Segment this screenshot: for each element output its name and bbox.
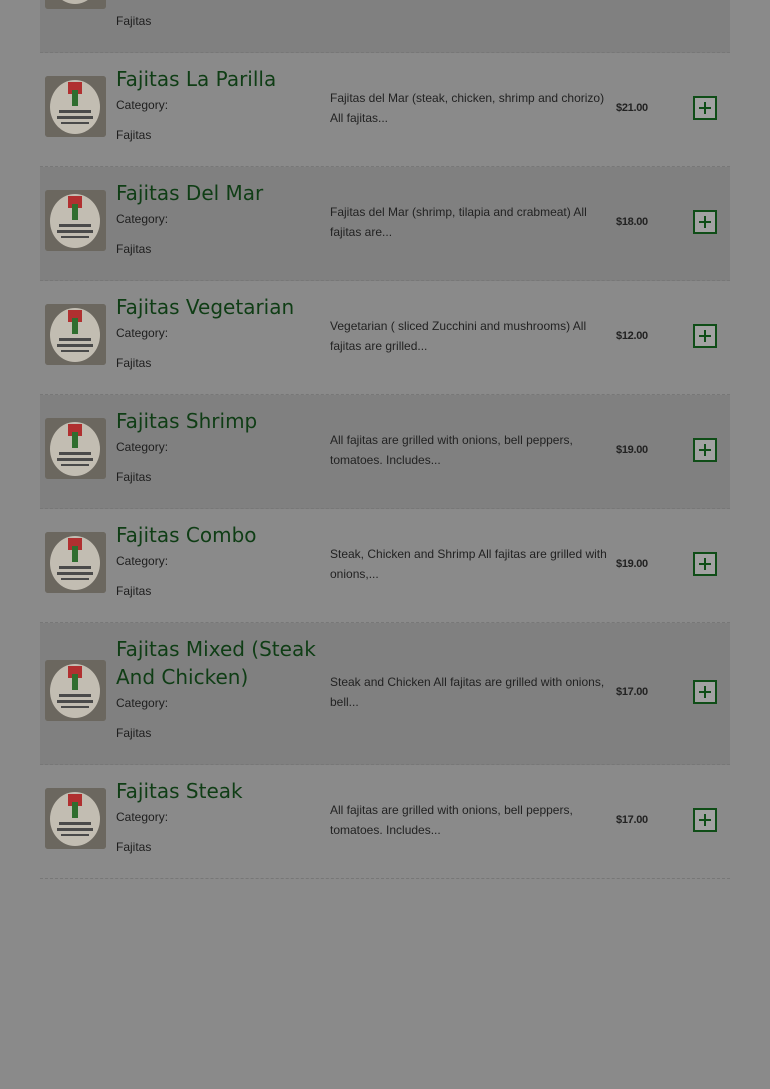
menu-item-category: Fajitas: [116, 242, 152, 256]
menu-item-description: Fajitas del Mar (steak, chicken, shrimp …: [330, 91, 605, 125]
restaurant-logo-icon[interactable]: [45, 304, 106, 365]
menu-item-category-label: Category:: [116, 810, 169, 824]
menu-item-title[interactable]: Fajitas Combo: [116, 521, 316, 549]
menu-item-category-label: Category:: [116, 440, 169, 454]
add-to-cart-button[interactable]: [693, 808, 717, 832]
menu-item-price: $21.00: [616, 102, 648, 114]
menu-item-category-label: Category:: [116, 212, 169, 226]
menu-item-description: Steak, Chicken and Shrimp All fajitas ar…: [330, 547, 607, 581]
menu-item-row: Fajitas Combo Category: Fajitas Steak, C…: [40, 509, 730, 623]
restaurant-logo-icon[interactable]: [45, 788, 106, 849]
menu-item-title[interactable]: Fajitas Del Mar: [116, 179, 316, 207]
menu-item-description: Vegetarian ( sliced Zucchini and mushroo…: [330, 319, 587, 353]
menu-item-category: Fajitas: [116, 584, 152, 598]
menu-item-description: All fajitas are grilled with onions, bel…: [330, 803, 573, 837]
menu-item-category: Fajitas: [116, 128, 152, 142]
menu-item-category: Fajitas: [116, 840, 152, 854]
menu-item-price: $19.00: [616, 558, 648, 570]
menu-item-category-label: Category:: [116, 326, 169, 340]
menu-item-price: $18.00: [616, 216, 648, 228]
add-to-cart-button[interactable]: [693, 438, 717, 462]
menu-item-category: Fajitas: [116, 726, 152, 740]
menu-item-title[interactable]: Fajitas Shrimp: [116, 407, 316, 435]
add-to-cart-button[interactable]: [693, 680, 717, 704]
menu-item-description: Steak and Chicken All fajitas are grille…: [330, 675, 605, 709]
menu-item-category-label: Category:: [116, 554, 169, 568]
menu-item-title[interactable]: Fajitas Mixed (Steak And Chicken): [116, 635, 316, 691]
menu-item-category-label: Category:: [116, 696, 169, 710]
menu-item-price: $12.00: [616, 330, 648, 342]
menu-item-row: Fajitas Mixed (Steak And Chicken) Catego…: [40, 623, 730, 765]
menu-item-title[interactable]: Fajitas La Parilla: [116, 65, 316, 93]
menu-item-category: Fajitas: [116, 470, 152, 484]
menu-item-row: Fajitas La Parilla Category: Fajitas Faj…: [40, 53, 730, 167]
restaurant-logo-icon[interactable]: [45, 660, 106, 721]
menu-item-row: Fajitas Del Mar Category: Fajitas Fajita…: [40, 167, 730, 281]
menu-item-row: Fajitas Vegetarian Category: Fajitas Veg…: [40, 281, 730, 395]
add-to-cart-button[interactable]: [693, 324, 717, 348]
restaurant-logo-icon[interactable]: [45, 190, 106, 251]
menu-item-title[interactable]: Fajitas Steak: [116, 777, 316, 805]
restaurant-logo-icon[interactable]: [45, 0, 106, 9]
menu-item-row: Fajitas: [40, 0, 730, 53]
menu-item-price: $17.00: [616, 686, 648, 698]
menu-item-row: Fajitas Shrimp Category: Fajitas All faj…: [40, 395, 730, 509]
add-to-cart-button[interactable]: [693, 552, 717, 576]
menu-item-description: Fajitas del Mar (shrimp, tilapia and cra…: [330, 205, 587, 239]
menu-list: Fajitas Fajitas La Parilla Category: Faj…: [40, 0, 730, 879]
restaurant-logo-icon[interactable]: [45, 532, 106, 593]
add-to-cart-button[interactable]: [693, 96, 717, 120]
menu-item-description: All fajitas are grilled with onions, bel…: [330, 433, 573, 467]
add-to-cart-button[interactable]: [693, 210, 717, 234]
menu-item-row: Fajitas Steak Category: Fajitas All faji…: [40, 765, 730, 879]
menu-item-category: Fajitas: [116, 14, 152, 28]
restaurant-logo-icon[interactable]: [45, 418, 106, 479]
restaurant-logo-icon[interactable]: [45, 76, 106, 137]
menu-item-category-label: Category:: [116, 98, 169, 112]
menu-item-price: $19.00: [616, 444, 648, 456]
menu-item-category: Fajitas: [116, 356, 152, 370]
menu-item-price: $17.00: [616, 814, 648, 826]
menu-item-title[interactable]: Fajitas Vegetarian: [116, 293, 316, 321]
